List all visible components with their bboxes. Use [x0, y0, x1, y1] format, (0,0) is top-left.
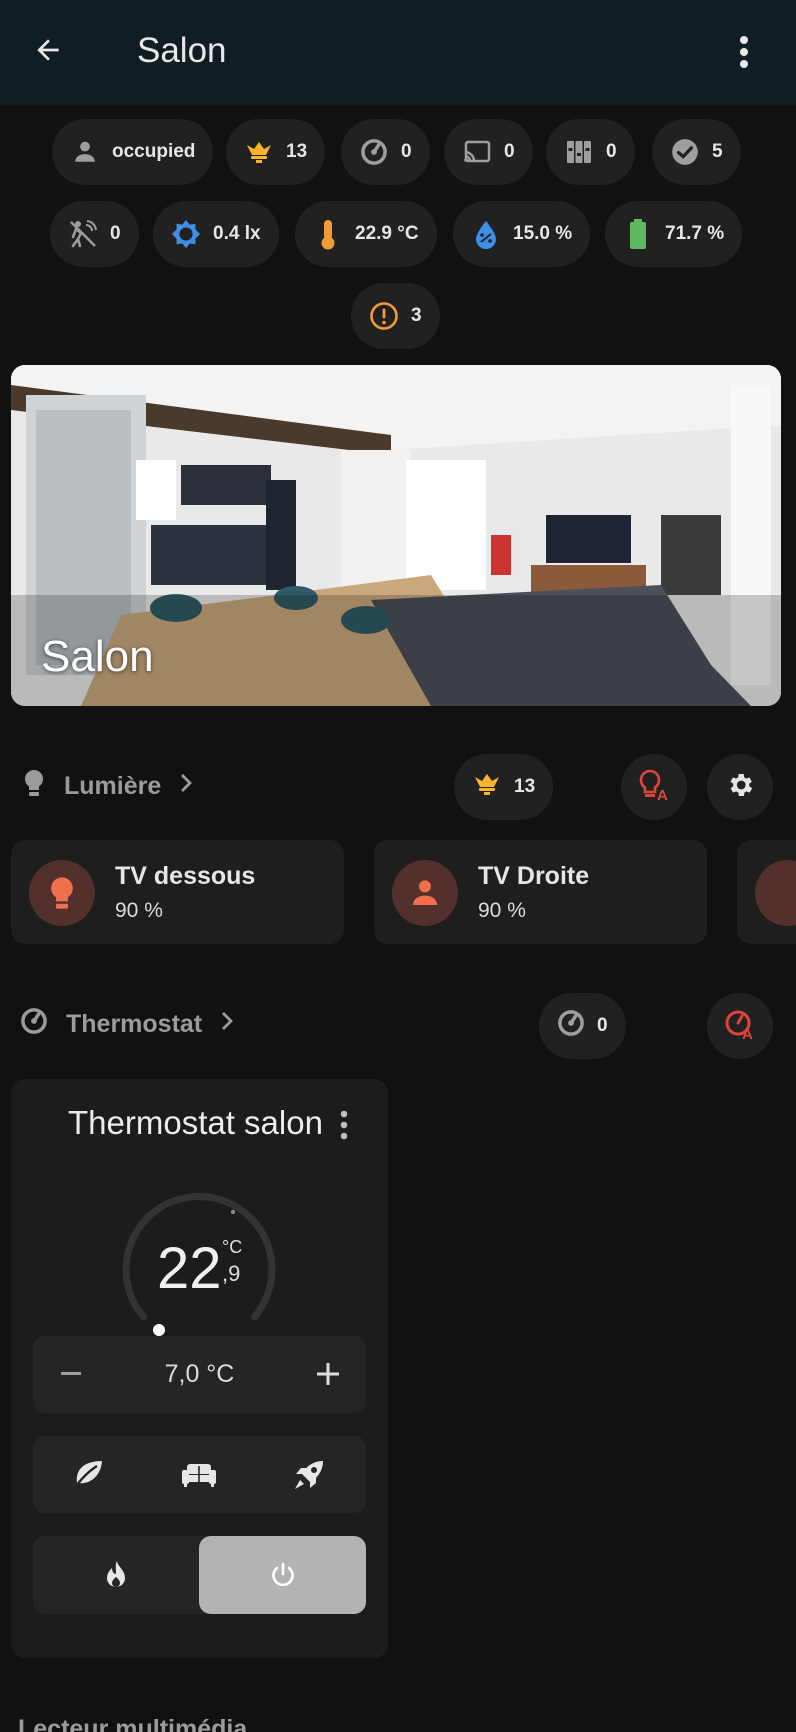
page-title: Salon	[137, 31, 227, 70]
badge-value: 15.0 %	[513, 223, 573, 244]
bulb-icon[interactable]	[755, 860, 796, 926]
power-icon[interactable]	[199, 1536, 366, 1614]
plus-icon[interactable]	[308, 1354, 348, 1394]
current-temperature-decimal: ,9	[222, 1261, 241, 1286]
alert-circle-icon	[369, 301, 399, 331]
area-picture-card[interactable]: Salon	[11, 365, 781, 706]
preset-modes	[33, 1436, 366, 1513]
thermostat-automation-button[interactable]: A	[707, 993, 773, 1059]
boost-rocket-icon[interactable]	[288, 1454, 330, 1496]
svg-text:A: A	[657, 787, 668, 802]
section-title: Thermostat	[66, 1010, 203, 1038]
thermostat-active-count[interactable]: 0	[539, 993, 626, 1059]
badge-value: 0	[504, 141, 515, 162]
count-value: 13	[514, 776, 536, 797]
lightbulb-auto-icon: A	[637, 768, 671, 807]
cast-icon	[462, 137, 492, 167]
illuminance-icon	[171, 219, 201, 249]
shutter-icon	[564, 137, 594, 167]
chandelier-icon	[472, 771, 502, 803]
occupancy-badge[interactable]: occupied	[52, 119, 214, 185]
target-temperature-control: 7,0 °C	[33, 1336, 366, 1413]
current-temperature: 22	[157, 1236, 222, 1301]
area-name: Salon	[41, 632, 154, 681]
thermostat-name: Thermostat salon	[68, 1104, 323, 1141]
thermostat-gauge-icon	[20, 1007, 48, 1042]
thermostat-count-badge[interactable]: 0	[341, 119, 430, 185]
more-options-icon[interactable]	[332, 1107, 356, 1143]
illuminance-badge[interactable]: 0.4 lx	[153, 201, 279, 267]
thermostat-auto-icon: A	[723, 1007, 757, 1046]
overflow-menu-icon[interactable]	[724, 30, 764, 74]
hvac-modes	[33, 1536, 366, 1614]
chevron-right-icon	[220, 1010, 234, 1039]
humidity-badge[interactable]: 15.0 %	[453, 201, 591, 267]
motion-off-icon	[68, 219, 98, 249]
comfort-sofa-icon[interactable]	[178, 1454, 220, 1496]
eco-leaf-icon[interactable]	[67, 1454, 109, 1496]
thermostat-gauge-icon	[359, 137, 389, 167]
badge-value: occupied	[112, 141, 196, 162]
humidity-icon	[471, 219, 501, 249]
lightbulb-icon	[22, 768, 46, 805]
svg-text:A: A	[742, 1026, 753, 1041]
tile-state: 90 %	[478, 899, 526, 922]
person-icon	[70, 137, 100, 167]
lights-on-count[interactable]: 13	[454, 754, 554, 820]
section-title: Lecteur multimédia	[18, 1715, 248, 1732]
person-icon[interactable]	[392, 860, 458, 926]
motion-badge[interactable]: 0	[50, 201, 139, 267]
light-tile-partial[interactable]	[737, 840, 796, 944]
thermostat-gauge-icon	[557, 1009, 585, 1043]
thermostat-section-header[interactable]: Thermostat	[20, 1007, 234, 1042]
lights-count-badge[interactable]: 13	[226, 119, 326, 185]
light-automation-button[interactable]: A	[621, 754, 687, 820]
temperature-badge[interactable]: 22.9 °C	[295, 201, 437, 267]
top-app-bar: Salon	[0, 0, 796, 105]
battery-icon	[623, 219, 653, 249]
tile-name: TV dessous	[115, 862, 256, 890]
badge-value: 0	[401, 141, 412, 162]
tile-state: 90 %	[115, 899, 163, 922]
count-value: 0	[597, 1015, 608, 1036]
chandelier-icon	[244, 137, 274, 167]
badge-value: 71.7 %	[665, 223, 725, 244]
check-circle-icon	[670, 137, 700, 167]
chevron-right-icon	[179, 772, 193, 801]
lights-section-header[interactable]: Lumière	[22, 768, 193, 805]
alerts-badge[interactable]: 3	[351, 283, 440, 349]
thermometer-icon	[313, 219, 343, 250]
fire-icon[interactable]	[33, 1536, 199, 1614]
covers-count-badge[interactable]: 0	[546, 119, 635, 185]
badge-value: 5	[712, 141, 723, 162]
badge-value: 0.4 lx	[213, 223, 261, 244]
badge-value: 22.9 °C	[355, 223, 419, 244]
badge-value: 3	[411, 305, 422, 326]
gear-icon	[725, 770, 755, 805]
light-tile-tv-dessous[interactable]: TV dessous 90 %	[11, 840, 344, 944]
badge-value: 0	[606, 141, 617, 162]
bulb-icon[interactable]	[29, 860, 95, 926]
badge-value: 0	[110, 223, 121, 244]
lights-settings-button[interactable]	[707, 754, 773, 820]
light-tile-tv-droite[interactable]: TV Droite 90 %	[374, 840, 707, 944]
tile-name: TV Droite	[478, 862, 590, 890]
badge-value: 13	[286, 141, 308, 162]
temperature-unit: °C	[222, 1237, 243, 1257]
thermostat-card: Thermostat salon 22 °C ,9 7,0 °C	[11, 1079, 388, 1658]
media-count-badge[interactable]: 0	[444, 119, 533, 185]
media-section-header[interactable]: Lecteur multimédia	[18, 1715, 247, 1732]
checks-count-badge[interactable]: 5	[652, 119, 741, 185]
section-title: Lumière	[64, 772, 162, 800]
battery-badge[interactable]: 71.7 %	[605, 201, 743, 267]
back-arrow-icon[interactable]	[28, 30, 68, 70]
